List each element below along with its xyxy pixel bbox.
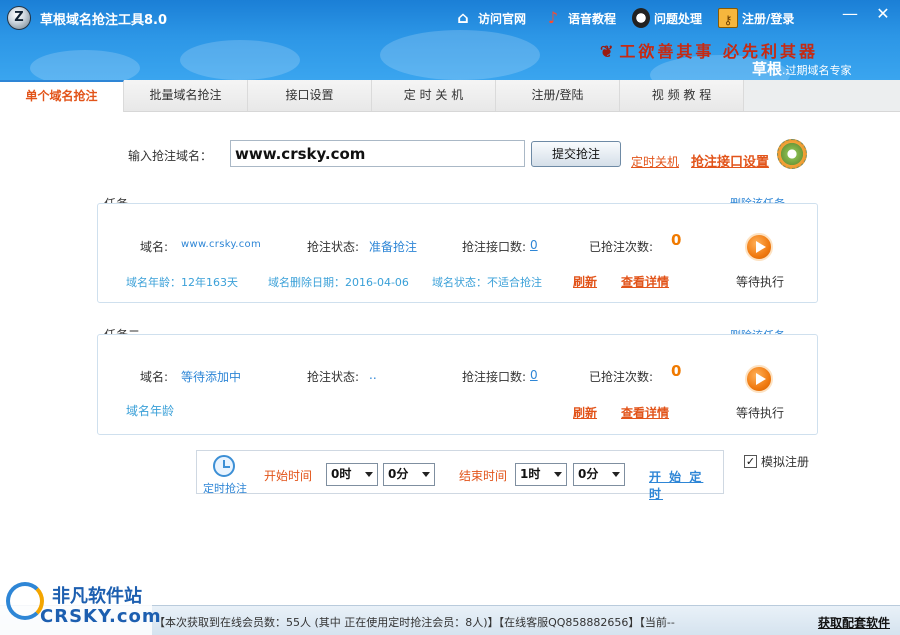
task1-domain-state: 域名状态：不适合抢注 (432, 276, 542, 289)
close-button[interactable]: ✕ (869, 4, 897, 26)
app-title: 草根域名抢注工具8.0 (40, 13, 168, 28)
tab-bar: 单个域名抢注 批量域名抢注 接口设置 定 时 关 机 注册/登陆 视 频 教 程 (0, 80, 900, 112)
task2-refresh-link[interactable]: 刷新 (573, 404, 597, 421)
watermark-logo-icon (6, 582, 44, 620)
task2-times-label: 已抢注次数: (589, 370, 654, 384)
visit-site-label: 访问官网 (478, 11, 527, 26)
end-minute-value: 0分 (578, 467, 599, 481)
chevron-down-icon (612, 472, 620, 477)
task2-status-label: 抢注状态: (307, 370, 360, 384)
task1-status-value: 准备抢注 (369, 240, 418, 254)
brand: 草根.过期域名专家 (752, 58, 852, 79)
tab-register-login[interactable]: 注册/登陆 (496, 80, 620, 111)
task1-panel: 域名: www.crsky.com 抢注状态: 准备抢注 抢注接口数: 0 已抢… (97, 203, 818, 303)
minimize-button[interactable]: — (836, 4, 864, 26)
qq-penguin-icon (632, 8, 651, 28)
end-time-label: 结束时间 (459, 469, 508, 483)
key-icon: ⚷ (718, 8, 739, 28)
visit-site-link[interactable]: ⌂ 访问官网 (452, 7, 526, 29)
timer-label: 定时抢注 (203, 482, 247, 495)
task2-times-value: 0 (671, 362, 682, 380)
task1-api-value[interactable]: 0 (530, 238, 538, 252)
tab-api-settings[interactable]: 接口设置 (248, 80, 372, 111)
task2-domain-age: 域名年龄 (126, 404, 175, 418)
start-hour-select[interactable]: 0时 (326, 463, 378, 486)
task2-api-value[interactable]: 0 (530, 368, 538, 382)
task1-waiting-label: 等待执行 (736, 275, 785, 289)
task1-domain-age: 域名年龄：12年163天 (126, 276, 238, 289)
chevron-down-icon (422, 472, 430, 477)
tab-single-domain[interactable]: 单个域名抢注 (0, 80, 124, 112)
end-minute-select[interactable]: 0分 (573, 463, 625, 486)
api-settings-link[interactable]: 抢注接口设置 (691, 151, 769, 170)
dragon-emblem-icon: ❦ (600, 42, 614, 61)
brand-name: 草根 (752, 60, 783, 78)
start-minute-select[interactable]: 0分 (383, 463, 435, 486)
register-login-label: 注册/登录 (742, 11, 795, 26)
voice-tutorial-link[interactable]: ♪ 语音教程 (542, 7, 616, 29)
task2-status-value: .. (369, 368, 377, 382)
task1-domain-value: www.crsky.com (181, 239, 261, 250)
task2-api-label: 抢注接口数: (462, 370, 527, 384)
tab-timed-shutdown[interactable]: 定 时 关 机 (372, 80, 496, 111)
brand-subtitle: .过期域名专家 (782, 64, 852, 77)
title-bar: Z 草根域名抢注工具8.0 ⌂ 访问官网 ♪ 语音教程 问题处理 ⚷ 注册/登录… (0, 0, 900, 80)
task1-refresh-link[interactable]: 刷新 (573, 273, 597, 290)
watermark: 非凡软件站 CRSKY.com (0, 578, 161, 635)
start-minute-value: 0分 (388, 467, 409, 481)
clock-icon (213, 455, 235, 477)
task1-details-link[interactable]: 查看详情 (621, 273, 669, 290)
gear-icon[interactable] (777, 139, 807, 169)
simulate-register-label: 模拟注册 (761, 455, 810, 469)
watermark-cn: 非凡软件站 (52, 586, 142, 607)
task1-times-label: 已抢注次数: (589, 240, 654, 254)
start-timer-button[interactable]: 开 始 定 时 (649, 468, 723, 502)
start-time-label: 开始时间 (264, 469, 313, 483)
task1-domain-label: 域名: (140, 240, 169, 254)
chevron-down-icon (365, 472, 373, 477)
status-text: 【本次获取到在线会员数：55人 (其中 正在使用定时抢注会员：8人)】【在线客服… (154, 616, 675, 629)
task1-delete-date: 域名删除日期：2016-04-06 (268, 276, 409, 289)
chevron-down-icon (554, 472, 562, 477)
task2-waiting-label: 等待执行 (736, 406, 785, 420)
home-icon: ⌂ (457, 8, 469, 27)
top-links: ⌂ 访问官网 ♪ 语音教程 问题处理 ⚷ 注册/登录 (452, 4, 810, 32)
start-hour-value: 0时 (331, 467, 352, 481)
problem-handling-link[interactable]: 问题处理 (632, 8, 702, 28)
domain-input[interactable] (230, 140, 525, 167)
tab-video-tutorial[interactable]: 视 频 教 程 (620, 80, 744, 111)
timer-shutdown-link[interactable]: 定时关机 (631, 153, 679, 170)
task2-panel: 域名: 等待添加中 抢注状态: .. 抢注接口数: 0 已抢注次数: 0 等待执… (97, 334, 818, 435)
timer-panel: 定时抢注 开始时间 0时 0分 结束时间 1时 0分 开 始 定 时 (196, 450, 724, 501)
end-hour-value: 1时 (520, 467, 541, 481)
problem-handling-label: 问题处理 (654, 11, 703, 26)
task1-status-label: 抢注状态: (307, 240, 360, 254)
tab-batch-domain[interactable]: 批量域名抢注 (124, 80, 248, 111)
task2-play-button[interactable] (745, 365, 773, 393)
watermark-en: CRSKY.com (40, 606, 162, 627)
end-hour-select[interactable]: 1时 (515, 463, 567, 486)
submit-grab-button[interactable]: 提交抢注 (531, 141, 621, 167)
task1-api-label: 抢注接口数: (462, 240, 527, 254)
task2-domain-label: 域名: (140, 370, 169, 384)
simulate-register[interactable]: ✓ 模拟注册 (744, 453, 809, 470)
get-software-link[interactable]: 获取配套软件 (818, 614, 890, 631)
music-note-icon: ♪ (547, 8, 559, 27)
task1-times-value: 0 (671, 231, 682, 249)
simulate-register-checkbox[interactable]: ✓ (744, 455, 757, 468)
domain-input-label: 输入抢注域名： (128, 149, 213, 163)
task2-domain-value: 等待添加中 (181, 370, 242, 384)
app-logo-icon: Z (7, 6, 31, 30)
task1-play-button[interactable] (745, 233, 773, 261)
voice-tutorial-label: 语音教程 (568, 11, 617, 26)
register-login-link[interactable]: ⚷ 注册/登录 (718, 8, 794, 28)
task2-details-link[interactable]: 查看详情 (621, 404, 669, 421)
